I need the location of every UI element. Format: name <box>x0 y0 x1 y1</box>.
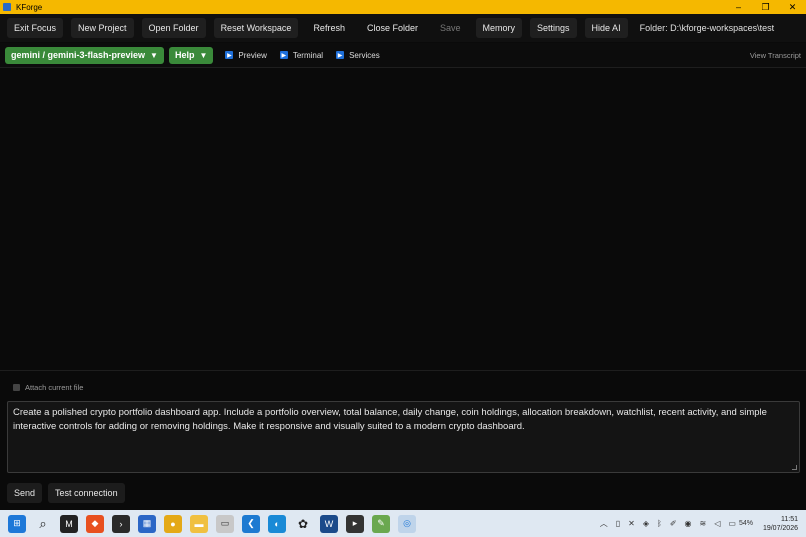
chevron-down-icon: ▼ <box>199 50 208 60</box>
checkbox-icon: ▶ <box>336 51 345 59</box>
brave-browser-icon[interactable]: ◆ <box>86 514 104 533</box>
memory-button[interactable]: Memory <box>475 18 523 38</box>
minimize-button[interactable]: – <box>725 0 752 14</box>
m-app-icon[interactable]: M <box>60 514 78 533</box>
app-icon <box>3 3 11 11</box>
prompt-input[interactable]: Create a polished crypto portfolio dashb… <box>7 401 800 473</box>
checkbox-icon: ▶ <box>279 51 288 59</box>
tool-icon[interactable]: ✕ <box>628 519 635 528</box>
kforge-taskbar-icon[interactable]: ◎ <box>398 514 416 533</box>
chat-history-panel <box>0 69 806 371</box>
store-icon[interactable]: ▦ <box>138 514 156 533</box>
chevron-down-icon: ▼ <box>150 50 158 60</box>
battery-icon[interactable]: ▭ <box>728 519 736 528</box>
help-label: Help <box>174 50 195 60</box>
system-tray: ︿ ▯ ✕ ◈ ᛒ ✐ ◉ ≋ ◁ ▭ 54% 11:51 19/07/2026 <box>592 510 798 537</box>
window-titlebar: KForge – ❐ ✕ <box>0 0 806 14</box>
paint-icon[interactable]: ✎ <box>372 514 390 533</box>
location-icon[interactable]: ◉ <box>685 519 692 528</box>
pen-icon[interactable]: ✐ <box>670 519 677 528</box>
resize-handle-icon[interactable] <box>792 465 797 470</box>
wifi-icon[interactable]: ≋ <box>700 519 707 528</box>
save-button[interactable]: Save <box>433 18 468 38</box>
prompt-text: Create a polished crypto portfolio dashb… <box>13 407 767 432</box>
terminal-label: Terminal <box>292 50 324 60</box>
clock-time: 11:51 <box>781 515 798 523</box>
windows-taskbar: ⊞ ⌕ M ◆ › ▦ ● ▬ ▭ ❮ ◐ ✿ W ▸ ✎ ◎ ︿ ▯ ✕ ◈ … <box>0 510 806 537</box>
attach-file-checkbox[interactable]: Attach current file <box>13 383 83 392</box>
edge-icon[interactable]: ◐ <box>268 514 286 533</box>
chevron-up-icon[interactable]: ︿ <box>600 518 608 529</box>
settings-button[interactable]: Settings <box>530 18 577 38</box>
bluetooth-icon[interactable]: ᛒ <box>657 519 662 528</box>
warp-icon[interactable]: W <box>320 514 338 533</box>
services-label: Services <box>349 50 380 60</box>
folder-path: Folder: D:\kforge-workspaces\test <box>639 23 775 33</box>
ai-subbar: gemini / gemini-3-flash-preview ▼ Help ▼… <box>0 43 806 68</box>
refresh-button[interactable]: Refresh <box>306 18 352 38</box>
attach-label: Attach current file <box>25 383 84 392</box>
close-folder-button[interactable]: Close Folder <box>360 18 425 38</box>
send-button[interactable]: Send <box>7 483 43 503</box>
terminal-toggle[interactable]: ▶ Terminal <box>279 50 324 60</box>
volume-icon[interactable]: ◁ <box>714 519 720 528</box>
open-folder-button[interactable]: Open Folder <box>141 18 206 38</box>
test-connection-button[interactable]: Test connection <box>48 483 125 503</box>
search-icon[interactable]: ⌕ <box>34 515 52 533</box>
help-menu[interactable]: Help ▼ <box>168 46 214 64</box>
clock[interactable]: 11:51 19/07/2026 <box>763 515 798 533</box>
clock-date: 19/07/2026 <box>762 524 798 532</box>
new-project-button[interactable]: New Project <box>71 18 134 38</box>
app-title: KForge <box>16 2 43 12</box>
terminal-icon[interactable]: ▸ <box>346 514 364 533</box>
vscode-icon[interactable]: ❮ <box>242 514 260 533</box>
powershell-icon[interactable]: › <box>112 514 130 533</box>
checkbox-icon <box>13 384 20 391</box>
hide-ai-button[interactable]: Hide AI <box>584 18 628 38</box>
app-icon[interactable]: ▭ <box>216 514 234 533</box>
model-select[interactable]: gemini / gemini-3-flash-preview ▼ <box>5 46 164 64</box>
usb-icon[interactable]: ▯ <box>616 519 620 528</box>
view-transcript-link[interactable]: View Transcript <box>750 51 801 60</box>
close-window-button[interactable]: ✕ <box>779 0 806 14</box>
checkbox-icon: ▶ <box>225 51 234 59</box>
windows-start-icon[interactable]: ⊞ <box>8 514 26 533</box>
shield-icon[interactable]: ◈ <box>643 519 649 528</box>
openai-icon[interactable]: ✿ <box>294 515 312 533</box>
restore-button[interactable]: ❐ <box>752 0 779 14</box>
preview-label: Preview <box>238 50 267 60</box>
preview-toggle[interactable]: ▶ Preview <box>225 50 267 60</box>
battery-percent: 54% <box>738 520 753 527</box>
file-explorer-icon[interactable]: ▬ <box>190 514 208 533</box>
chrome-icon[interactable]: ● <box>164 514 182 533</box>
main-toolbar: Exit Focus New Project Open Folder Reset… <box>0 14 806 42</box>
reset-workspace-button[interactable]: Reset Workspace <box>213 18 299 38</box>
exit-focus-button[interactable]: Exit Focus <box>7 18 64 38</box>
services-toggle[interactable]: ▶ Services <box>336 51 380 60</box>
model-select-label: gemini / gemini-3-flash-preview <box>11 50 146 60</box>
